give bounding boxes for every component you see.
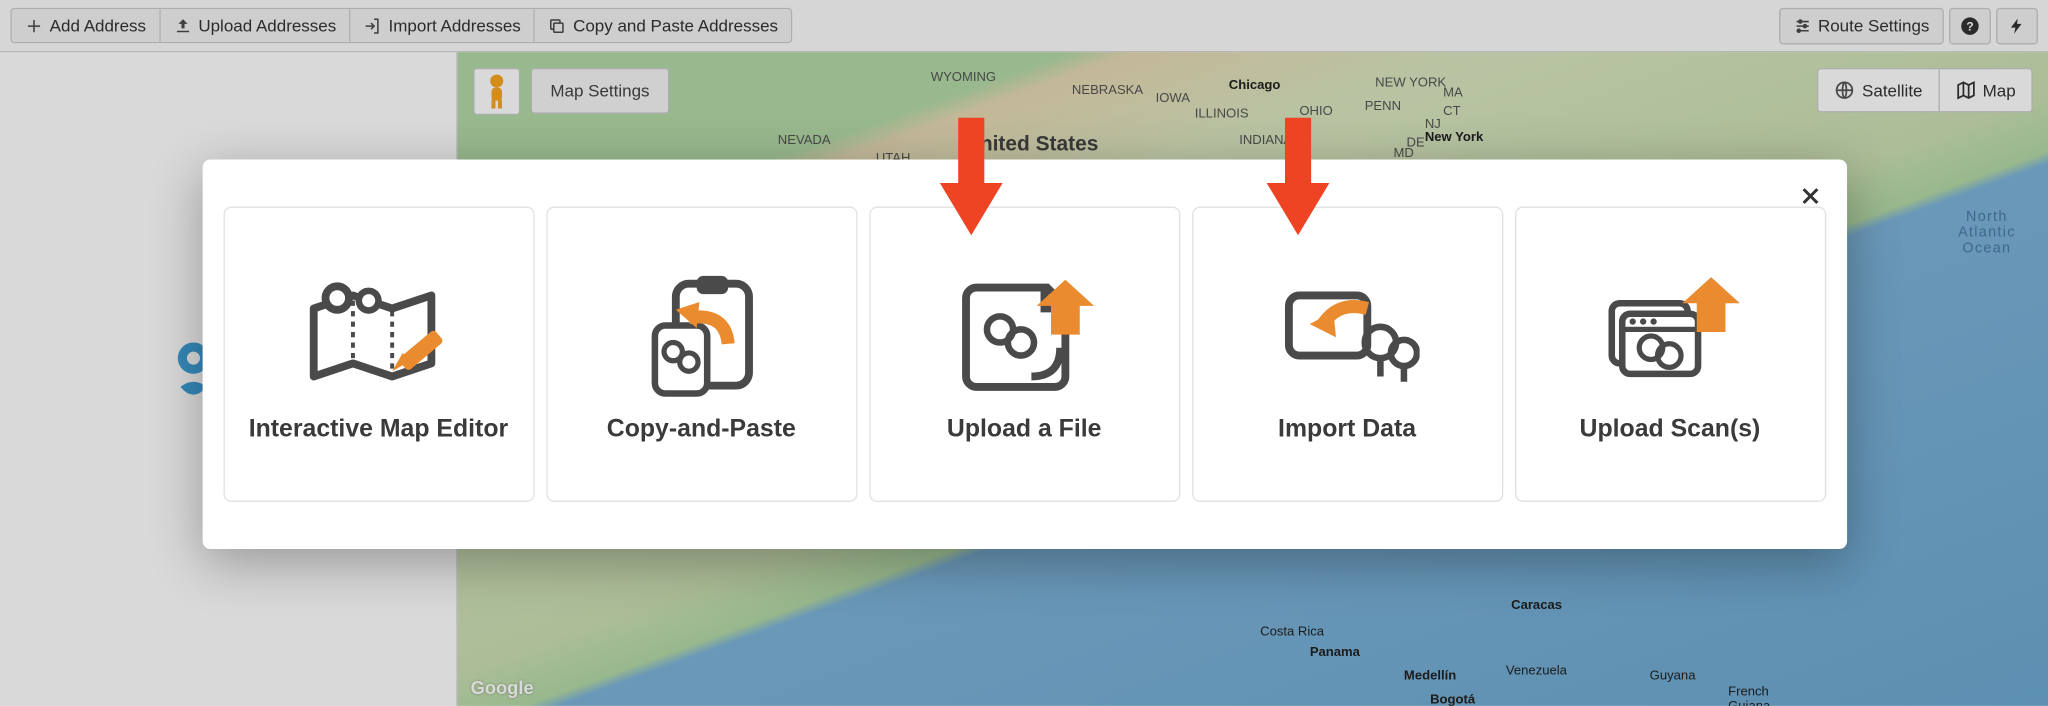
card-label: Upload Scan(s) (1580, 416, 1761, 445)
card-interactive-map-editor[interactable]: Interactive Map Editor (223, 207, 534, 502)
import-data-icon (1275, 264, 1419, 408)
card-upload-file[interactable]: Upload a File (869, 207, 1180, 502)
file-upload-icon (952, 264, 1096, 408)
close-button[interactable] (1792, 178, 1829, 215)
card-copy-and-paste[interactable]: Copy-and-Paste (546, 207, 857, 502)
card-import-data[interactable]: Import Data (1192, 207, 1503, 502)
card-upload-scans[interactable]: Upload Scan(s) (1514, 207, 1825, 502)
modal-cards: Interactive Map Editor Copy-and-Paste (218, 207, 1831, 502)
card-label: Upload a File (947, 416, 1102, 445)
card-label: Import Data (1278, 416, 1416, 445)
callout-arrow-icon (1261, 118, 1334, 236)
card-label: Interactive Map Editor (249, 416, 508, 445)
card-label: Copy-and-Paste (607, 416, 796, 445)
import-modal: Interactive Map Editor Copy-and-Paste (202, 159, 1846, 549)
close-icon (1798, 184, 1822, 208)
scan-upload-icon (1598, 264, 1742, 408)
clipboard-icon (636, 264, 767, 408)
map-editor-icon (300, 264, 457, 408)
callout-arrow-icon (934, 118, 1007, 236)
